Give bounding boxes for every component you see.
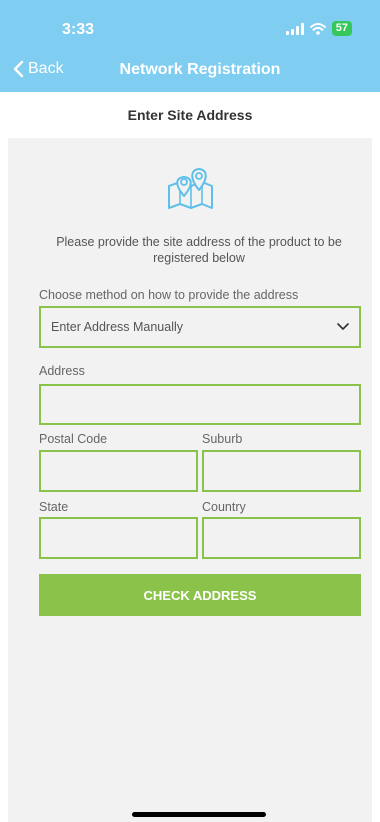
page-subtitle: Enter Site Address [0, 92, 380, 138]
suburb-label: Suburb [202, 432, 243, 446]
nav-title: Network Registration [119, 61, 281, 78]
address-form: Please provide the site address of the p… [8, 138, 372, 822]
state-input[interactable] [39, 517, 198, 559]
country-label: Country [202, 500, 246, 514]
suburb-input[interactable] [202, 450, 361, 492]
check-address-button[interactable]: CHECK ADDRESS [39, 574, 361, 616]
status-time: 3:33 [62, 21, 95, 38]
state-label: State [39, 500, 69, 514]
home-indicator [132, 812, 266, 817]
signal-icon [285, 22, 304, 35]
battery-icon: 57 [331, 21, 352, 36]
postal-code-input[interactable] [39, 450, 198, 492]
wifi-icon [309, 22, 326, 35]
address-input[interactable] [39, 384, 361, 425]
map-pins-icon [168, 168, 213, 209]
status-icons: 57 [285, 21, 352, 36]
method-selected-value: Enter Address Manually [51, 320, 184, 334]
address-method-select[interactable]: Enter Address Manually [39, 306, 361, 348]
postal-code-label: Postal Code [39, 432, 108, 446]
intro-text: Please provide the site address of the p… [56, 235, 342, 265]
country-input[interactable] [202, 517, 361, 559]
address-label: Address [39, 364, 85, 378]
chevron-down-icon [337, 323, 349, 330]
app-header: 3:33 57 Back Network Registration [0, 0, 380, 92]
method-label: Choose method on how to provide the addr… [39, 288, 299, 302]
